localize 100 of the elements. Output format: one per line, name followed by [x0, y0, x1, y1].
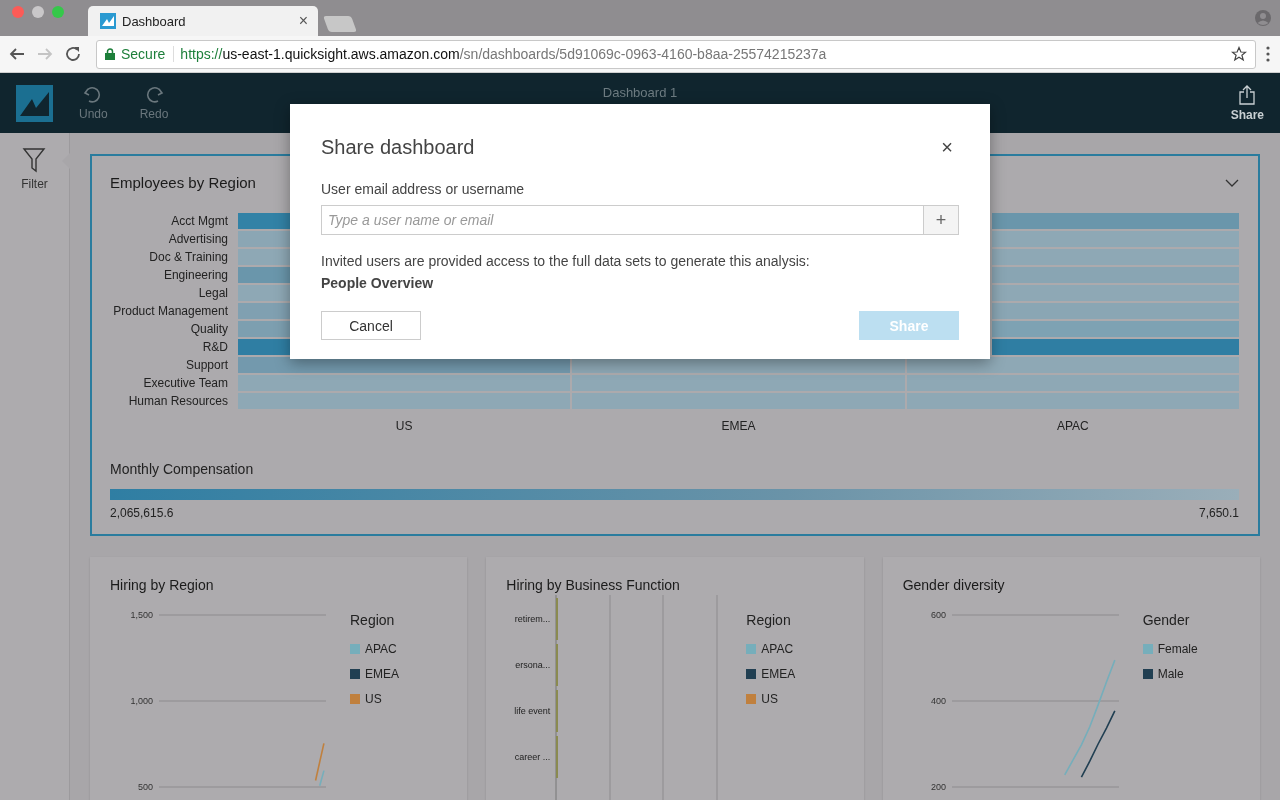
row-label: Legal: [197, 285, 229, 301]
bookmark-star-icon[interactable]: [1231, 46, 1247, 62]
column-label: US: [394, 418, 414, 433]
row-label: Executive Team: [142, 375, 229, 391]
browser-tab[interactable]: Dashboard ×: [88, 6, 318, 36]
row-label: Quality: [189, 321, 229, 337]
heatmap-cell[interactable]: [572, 393, 905, 409]
color-legend-title: Monthly Compensation: [110, 461, 255, 477]
row-label: Doc & Training: [148, 249, 229, 265]
row-label: Acct Mgmt: [170, 213, 229, 229]
heatmap-cell[interactable]: [992, 285, 1239, 301]
heatmap-cell[interactable]: [238, 393, 571, 409]
bar[interactable]: [556, 736, 559, 778]
close-window-button[interactable]: [12, 6, 24, 18]
legend-label: EMEA: [761, 667, 796, 681]
legend-label: US: [365, 692, 382, 706]
legend-label: APAC: [365, 642, 397, 656]
profile-icon[interactable]: [1254, 9, 1272, 27]
row-label: Engineering: [162, 267, 229, 283]
share-icon: [1239, 84, 1256, 105]
close-tab-button[interactable]: ×: [298, 12, 308, 30]
category-label: retirem...: [514, 614, 551, 624]
legend-label: Female: [1157, 642, 1198, 656]
secure-label: Secure: [121, 46, 175, 62]
filter-button[interactable]: Filter: [21, 147, 48, 191]
dataset-name: People Overview: [321, 275, 435, 291]
redo-button[interactable]: Redo: [133, 85, 175, 121]
new-tab-button[interactable]: [323, 16, 357, 32]
url-text: https://us-east-1.quicksight.aws.amazon.com/sn/dashboards/5d91069c-0963-4160-b8aa-25574215237a: [180, 46, 828, 62]
heatmap-cell[interactable]: [238, 375, 571, 391]
heatmap-cell[interactable]: [238, 231, 290, 247]
heatmap-cell[interactable]: [906, 393, 1239, 409]
add-user-button[interactable]: +: [923, 205, 959, 235]
address-bar[interactable]: Secure https://us-east-1.quicksight.aws.amazon.com/sn/dashboards/5d91069c-0963-4160-b8aa-25574215237a: [96, 39, 1256, 69]
chart-title: Hiring by Region: [110, 577, 215, 593]
legend-label: APAC: [761, 642, 794, 656]
column-label: EMEA: [720, 418, 757, 433]
axis-tick-label: 400: [930, 696, 946, 706]
scale-min-label: 2,065,615.6: [110, 506, 174, 520]
heatmap-cell[interactable]: [992, 249, 1239, 265]
heatmap-cell[interactable]: [906, 357, 1239, 373]
undo-button[interactable]: Undo: [73, 85, 114, 121]
heatmap-cell[interactable]: [238, 303, 290, 319]
dialog-title: Share dashboard: [321, 136, 475, 159]
chart-logo-icon: [100, 13, 116, 29]
bar[interactable]: [556, 598, 559, 640]
user-input-field[interactable]: Type a user name or email: [321, 205, 923, 235]
heatmap-cell[interactable]: [992, 339, 1239, 355]
legend-label: US: [761, 692, 778, 706]
heatmap-cell[interactable]: [238, 339, 290, 355]
bar[interactable]: [556, 644, 559, 686]
dashboard-title: Dashboard 1: [602, 85, 678, 100]
legend-label: Male: [1157, 667, 1184, 681]
reload-icon[interactable]: [64, 45, 82, 63]
axis-tick-label: 1,000: [130, 696, 153, 706]
zoom-window-button[interactable]: [52, 6, 64, 18]
chevron-down-icon[interactable]: [1225, 178, 1239, 187]
scale-max-label: 7,650.1: [1198, 506, 1239, 520]
column-label: APAC: [1055, 418, 1090, 433]
category-label: career ...: [514, 752, 551, 762]
share-button[interactable]: Share: [1230, 84, 1264, 122]
heatmap-cell[interactable]: [992, 321, 1239, 337]
lock-icon: [105, 48, 115, 60]
legend-title: Region: [746, 612, 792, 628]
chart-title: Gender diversity: [902, 577, 1006, 593]
heatmap-cell[interactable]: [238, 285, 290, 301]
bar[interactable]: [556, 690, 559, 732]
heatmap-cell[interactable]: [906, 375, 1239, 391]
app-logo-icon[interactable]: [16, 84, 53, 122]
legend-label: EMEA: [365, 667, 399, 681]
heatmap-cell[interactable]: [992, 213, 1239, 229]
row-label: Human Resources: [127, 393, 229, 409]
heatmap-cell[interactable]: [238, 267, 290, 283]
filter-icon: [22, 147, 47, 173]
category-label: life event: [514, 706, 551, 716]
axis-tick-label: 600: [930, 610, 946, 620]
axis-tick-label: 1,500: [130, 610, 153, 620]
legend-title: Region: [350, 612, 396, 628]
close-button[interactable]: ×: [935, 136, 959, 159]
axis-tick-label: 500: [137, 782, 153, 792]
category-label: ersona...: [515, 660, 551, 670]
access-note: Invited users are provided access to the full data sets to generate this analysis:: [321, 253, 810, 269]
chart-title: Hiring by Business Function: [506, 577, 681, 593]
heatmap-cell[interactable]: [572, 375, 905, 391]
heatmap-cell[interactable]: [992, 231, 1239, 247]
heatmap-cell[interactable]: [992, 267, 1239, 283]
axis-tick-label: 200: [930, 782, 946, 792]
legend-title: Gender: [1142, 612, 1191, 628]
heatmap-cell[interactable]: [238, 249, 290, 265]
heatmap-cell[interactable]: [238, 213, 290, 229]
heatmap-cell[interactable]: [238, 321, 290, 337]
field-label: User email address or username: [321, 181, 526, 197]
row-label: Product Management: [112, 303, 229, 319]
menu-icon[interactable]: [1266, 46, 1270, 62]
heatmap-cell[interactable]: [992, 303, 1239, 319]
minimize-window-button[interactable]: [32, 6, 44, 18]
row-label: Support: [184, 357, 229, 373]
redo-icon: [144, 85, 165, 105]
row-label: Advertising: [167, 231, 229, 247]
cancel-button[interactable]: Cancel: [321, 311, 421, 340]
